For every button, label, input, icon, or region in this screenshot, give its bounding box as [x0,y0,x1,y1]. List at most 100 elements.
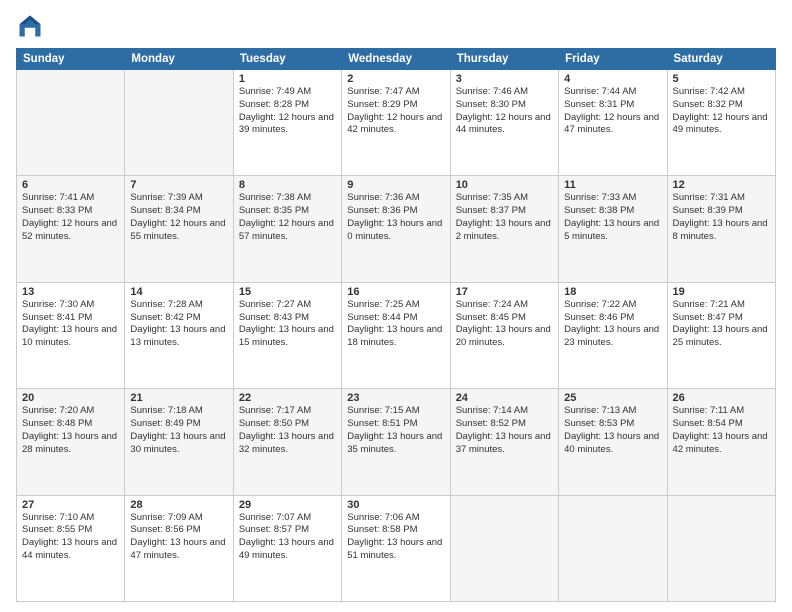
week-row-3: 13Sunrise: 7:30 AM Sunset: 8:41 PM Dayli… [17,282,776,388]
day-info: Sunrise: 7:18 AM Sunset: 8:49 PM Dayligh… [130,405,227,456]
day-number: 17 [456,286,553,298]
day-info: Sunrise: 7:39 AM Sunset: 8:34 PM Dayligh… [130,192,227,243]
day-info: Sunrise: 7:22 AM Sunset: 8:46 PM Dayligh… [564,299,661,350]
day-info: Sunrise: 7:30 AM Sunset: 8:41 PM Dayligh… [22,299,119,350]
day-number: 19 [673,286,770,298]
day-number: 23 [347,392,444,404]
day-number: 22 [239,392,336,404]
day-header-friday: Friday [559,49,667,70]
day-cell: 2Sunrise: 7:47 AM Sunset: 8:29 PM Daylig… [342,70,450,176]
day-cell: 27Sunrise: 7:10 AM Sunset: 8:55 PM Dayli… [17,495,125,601]
day-info: Sunrise: 7:44 AM Sunset: 8:31 PM Dayligh… [564,86,661,137]
day-info: Sunrise: 7:36 AM Sunset: 8:36 PM Dayligh… [347,192,444,243]
day-cell [667,495,775,601]
day-info: Sunrise: 7:06 AM Sunset: 8:58 PM Dayligh… [347,512,444,563]
day-cell: 25Sunrise: 7:13 AM Sunset: 8:53 PM Dayli… [559,389,667,495]
week-row-5: 27Sunrise: 7:10 AM Sunset: 8:55 PM Dayli… [17,495,776,601]
day-info: Sunrise: 7:24 AM Sunset: 8:45 PM Dayligh… [456,299,553,350]
week-row-4: 20Sunrise: 7:20 AM Sunset: 8:48 PM Dayli… [17,389,776,495]
logo [16,12,48,40]
day-info: Sunrise: 7:11 AM Sunset: 8:54 PM Dayligh… [673,405,770,456]
day-cell: 10Sunrise: 7:35 AM Sunset: 8:37 PM Dayli… [450,176,558,282]
day-cell: 19Sunrise: 7:21 AM Sunset: 8:47 PM Dayli… [667,282,775,388]
day-cell: 29Sunrise: 7:07 AM Sunset: 8:57 PM Dayli… [233,495,341,601]
day-number: 13 [22,286,119,298]
day-cell: 4Sunrise: 7:44 AM Sunset: 8:31 PM Daylig… [559,70,667,176]
day-number: 28 [130,499,227,511]
day-number: 20 [22,392,119,404]
day-info: Sunrise: 7:13 AM Sunset: 8:53 PM Dayligh… [564,405,661,456]
day-number: 29 [239,499,336,511]
day-cell: 14Sunrise: 7:28 AM Sunset: 8:42 PM Dayli… [125,282,233,388]
day-info: Sunrise: 7:47 AM Sunset: 8:29 PM Dayligh… [347,86,444,137]
day-cell: 16Sunrise: 7:25 AM Sunset: 8:44 PM Dayli… [342,282,450,388]
day-header-tuesday: Tuesday [233,49,341,70]
day-info: Sunrise: 7:17 AM Sunset: 8:50 PM Dayligh… [239,405,336,456]
day-cell: 11Sunrise: 7:33 AM Sunset: 8:38 PM Dayli… [559,176,667,282]
day-info: Sunrise: 7:49 AM Sunset: 8:28 PM Dayligh… [239,86,336,137]
day-number: 1 [239,73,336,85]
week-row-2: 6Sunrise: 7:41 AM Sunset: 8:33 PM Daylig… [17,176,776,282]
day-number: 7 [130,179,227,191]
day-cell: 7Sunrise: 7:39 AM Sunset: 8:34 PM Daylig… [125,176,233,282]
day-number: 4 [564,73,661,85]
day-number: 11 [564,179,661,191]
day-info: Sunrise: 7:35 AM Sunset: 8:37 PM Dayligh… [456,192,553,243]
day-info: Sunrise: 7:15 AM Sunset: 8:51 PM Dayligh… [347,405,444,456]
page: SundayMondayTuesdayWednesdayThursdayFrid… [0,0,792,612]
day-info: Sunrise: 7:09 AM Sunset: 8:56 PM Dayligh… [130,512,227,563]
day-number: 24 [456,392,553,404]
day-number: 6 [22,179,119,191]
day-cell: 6Sunrise: 7:41 AM Sunset: 8:33 PM Daylig… [17,176,125,282]
day-header-sunday: Sunday [17,49,125,70]
day-cell: 8Sunrise: 7:38 AM Sunset: 8:35 PM Daylig… [233,176,341,282]
day-number: 3 [456,73,553,85]
day-cell: 23Sunrise: 7:15 AM Sunset: 8:51 PM Dayli… [342,389,450,495]
day-cell [17,70,125,176]
day-info: Sunrise: 7:07 AM Sunset: 8:57 PM Dayligh… [239,512,336,563]
day-number: 2 [347,73,444,85]
day-cell: 12Sunrise: 7:31 AM Sunset: 8:39 PM Dayli… [667,176,775,282]
day-cell: 20Sunrise: 7:20 AM Sunset: 8:48 PM Dayli… [17,389,125,495]
day-cell: 21Sunrise: 7:18 AM Sunset: 8:49 PM Dayli… [125,389,233,495]
week-row-1: 1Sunrise: 7:49 AM Sunset: 8:28 PM Daylig… [17,70,776,176]
day-info: Sunrise: 7:33 AM Sunset: 8:38 PM Dayligh… [564,192,661,243]
day-number: 21 [130,392,227,404]
day-header-wednesday: Wednesday [342,49,450,70]
day-number: 14 [130,286,227,298]
day-cell: 24Sunrise: 7:14 AM Sunset: 8:52 PM Dayli… [450,389,558,495]
day-info: Sunrise: 7:27 AM Sunset: 8:43 PM Dayligh… [239,299,336,350]
day-cell: 26Sunrise: 7:11 AM Sunset: 8:54 PM Dayli… [667,389,775,495]
day-number: 5 [673,73,770,85]
logo-icon [16,12,44,40]
day-number: 18 [564,286,661,298]
day-number: 30 [347,499,444,511]
day-cell: 17Sunrise: 7:24 AM Sunset: 8:45 PM Dayli… [450,282,558,388]
day-info: Sunrise: 7:28 AM Sunset: 8:42 PM Dayligh… [130,299,227,350]
day-number: 27 [22,499,119,511]
day-number: 12 [673,179,770,191]
day-number: 15 [239,286,336,298]
day-cell: 13Sunrise: 7:30 AM Sunset: 8:41 PM Dayli… [17,282,125,388]
day-cell: 5Sunrise: 7:42 AM Sunset: 8:32 PM Daylig… [667,70,775,176]
day-number: 9 [347,179,444,191]
day-info: Sunrise: 7:14 AM Sunset: 8:52 PM Dayligh… [456,405,553,456]
day-cell: 28Sunrise: 7:09 AM Sunset: 8:56 PM Dayli… [125,495,233,601]
day-cell: 3Sunrise: 7:46 AM Sunset: 8:30 PM Daylig… [450,70,558,176]
day-header-thursday: Thursday [450,49,558,70]
day-header-saturday: Saturday [667,49,775,70]
day-cell [559,495,667,601]
day-info: Sunrise: 7:10 AM Sunset: 8:55 PM Dayligh… [22,512,119,563]
header-row: SundayMondayTuesdayWednesdayThursdayFrid… [17,49,776,70]
day-number: 8 [239,179,336,191]
day-number: 16 [347,286,444,298]
day-cell: 15Sunrise: 7:27 AM Sunset: 8:43 PM Dayli… [233,282,341,388]
day-info: Sunrise: 7:20 AM Sunset: 8:48 PM Dayligh… [22,405,119,456]
day-info: Sunrise: 7:46 AM Sunset: 8:30 PM Dayligh… [456,86,553,137]
day-cell [125,70,233,176]
day-cell: 30Sunrise: 7:06 AM Sunset: 8:58 PM Dayli… [342,495,450,601]
day-info: Sunrise: 7:41 AM Sunset: 8:33 PM Dayligh… [22,192,119,243]
day-info: Sunrise: 7:38 AM Sunset: 8:35 PM Dayligh… [239,192,336,243]
day-info: Sunrise: 7:31 AM Sunset: 8:39 PM Dayligh… [673,192,770,243]
header [16,12,776,40]
